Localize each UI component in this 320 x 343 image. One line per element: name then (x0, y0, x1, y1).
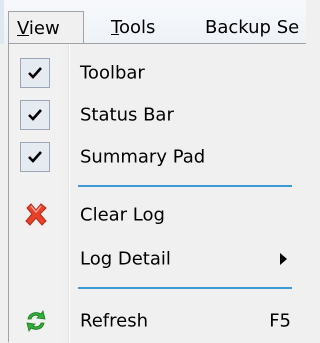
menu-tools-rest: ools (118, 17, 156, 38)
menu-item-status-bar[interactable]: Status Bar (9, 94, 307, 136)
toolbar-checkmark-icon (20, 58, 50, 88)
status-bar-checkmark-icon (20, 100, 50, 130)
menu-tools-mnemonic: T (111, 17, 119, 38)
menu-item-clear-log-label: Clear Log (80, 204, 165, 226)
refresh-arrows-icon (26, 310, 46, 332)
menu-item-refresh[interactable]: Refresh F5 (9, 300, 307, 342)
menu-item-summary-pad[interactable]: Summary Pad (9, 136, 307, 178)
menu-item-toolbar[interactable]: Toolbar (9, 52, 307, 94)
menu-bar: View Tools Backup Se (0, 0, 306, 44)
menu-item-toolbar-label: Toolbar (80, 62, 145, 84)
menu-item-log-detail-label: Log Detail (80, 248, 171, 270)
menu-item-log-detail[interactable]: Log Detail (9, 238, 307, 280)
menu-backup-label: Backup Se (205, 17, 300, 38)
submenu-arrow-icon (280, 253, 287, 265)
red-x-icon (25, 203, 47, 226)
view-dropdown-menu: Toolbar Status Bar Summary Pad Clear Log… (8, 43, 307, 343)
refresh-shortcut: F5 (269, 310, 291, 332)
menu-item-clear-log[interactable]: Clear Log (9, 194, 307, 236)
window-edge (0, 0, 4, 44)
summary-pad-checkmark-icon (20, 142, 50, 172)
menu-separator (78, 287, 292, 289)
menu-backup[interactable]: Backup Se (205, 14, 299, 42)
menu-item-status-bar-label: Status Bar (80, 104, 174, 126)
menu-view-rest: iew (28, 18, 60, 39)
menu-view[interactable]: View (8, 11, 84, 44)
menu-item-summary-pad-label: Summary Pad (80, 146, 206, 168)
menu-tools[interactable]: Tools (111, 14, 155, 42)
menu-item-refresh-label: Refresh (80, 310, 148, 332)
menu-separator (78, 185, 292, 187)
menu-view-mnemonic: V (17, 18, 29, 39)
